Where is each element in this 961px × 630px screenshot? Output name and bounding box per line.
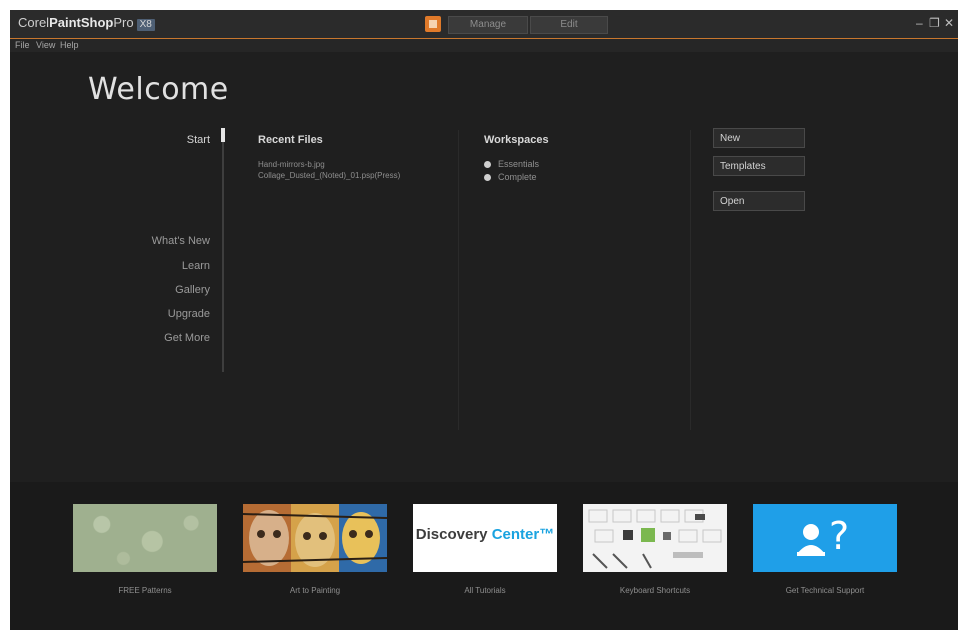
logo-suffix: Pro bbox=[113, 15, 134, 30]
tile-art-painting[interactable] bbox=[243, 504, 387, 572]
new-button[interactable]: New bbox=[713, 128, 805, 148]
minimize-icon[interactable]: – bbox=[916, 16, 923, 30]
close-icon[interactable]: ✕ bbox=[944, 16, 954, 30]
nav-item-whats-new[interactable]: What's New bbox=[120, 235, 210, 247]
tile-free-patterns[interactable] bbox=[73, 504, 217, 572]
nav-item-get-more[interactable]: Get More bbox=[120, 332, 210, 344]
tile-keyboard-shortcuts[interactable] bbox=[583, 504, 727, 572]
restore-icon[interactable]: ❐ bbox=[929, 16, 940, 30]
discovery-brand-mark: ™ bbox=[539, 526, 555, 543]
tile-discovery-center[interactable]: Discovery Center™ bbox=[413, 504, 557, 572]
home-tab-icon[interactable] bbox=[425, 16, 441, 32]
radio-complete[interactable] bbox=[484, 174, 491, 181]
title-bar: CorelPaintShopPro X8 Manage Edit – ❐ ✕ bbox=[10, 10, 958, 39]
radio-essentials[interactable] bbox=[484, 161, 491, 168]
nav-item-gallery[interactable]: Gallery bbox=[120, 284, 210, 296]
discovery-brand: Discovery bbox=[415, 526, 488, 543]
question-mark-icon: ? bbox=[829, 514, 850, 558]
recent-file-item[interactable]: Hand-mirrors-b.jpg bbox=[258, 160, 325, 169]
column-divider bbox=[458, 130, 459, 430]
logo-prefix: Corel bbox=[18, 15, 50, 30]
app-logo: CorelPaintShopPro X8 bbox=[18, 15, 155, 31]
tile-label[interactable]: All Tutorials bbox=[413, 586, 557, 595]
tile-label[interactable]: FREE Patterns bbox=[73, 586, 217, 595]
art-thumbnail-icon bbox=[243, 504, 387, 572]
menu-view[interactable]: View bbox=[36, 39, 55, 52]
nav-rail bbox=[222, 128, 224, 372]
workspace-option-essentials[interactable]: Essentials bbox=[498, 159, 539, 169]
nav-item-start[interactable]: Start bbox=[120, 134, 210, 146]
page-title: Welcome bbox=[88, 72, 229, 107]
recent-file-item[interactable]: Collage_Dusted_(Noted)_01.psp(Press) bbox=[258, 171, 400, 180]
logo-version: X8 bbox=[136, 19, 155, 31]
nav-item-learn[interactable]: Learn bbox=[120, 260, 210, 272]
open-button[interactable]: Open bbox=[713, 191, 805, 211]
nav-item-upgrade[interactable]: Upgrade bbox=[120, 308, 210, 320]
tile-label[interactable]: Art to Painting bbox=[243, 586, 387, 595]
logo-main: PaintShop bbox=[49, 15, 114, 30]
tab-edit[interactable]: Edit bbox=[530, 16, 608, 34]
recent-files-title: Recent Files bbox=[258, 134, 323, 146]
discovery-brand-accent: Center bbox=[491, 526, 540, 543]
menu-file[interactable]: File bbox=[15, 39, 30, 52]
menu-help[interactable]: Help bbox=[60, 39, 79, 52]
workspace-option-complete[interactable]: Complete bbox=[498, 172, 537, 182]
tile-technical-support[interactable]: ? bbox=[753, 504, 897, 572]
templates-button[interactable]: Templates bbox=[713, 156, 805, 176]
support-person-icon bbox=[797, 524, 825, 556]
tile-label[interactable]: Get Technical Support bbox=[753, 586, 897, 595]
tab-manage[interactable]: Manage bbox=[448, 16, 528, 34]
app-window: CorelPaintShopPro X8 Manage Edit – ❐ ✕ Fi… bbox=[10, 10, 958, 630]
keyboard-shortcuts-icon bbox=[583, 504, 727, 572]
column-divider bbox=[690, 130, 691, 430]
tile-label[interactable]: Keyboard Shortcuts bbox=[583, 586, 727, 595]
discovery-center-logo: Discovery Center™ bbox=[413, 526, 557, 543]
nav-active-indicator bbox=[221, 128, 225, 142]
menu-bar: File View Help bbox=[10, 39, 958, 52]
workspaces-title: Workspaces bbox=[484, 134, 549, 146]
